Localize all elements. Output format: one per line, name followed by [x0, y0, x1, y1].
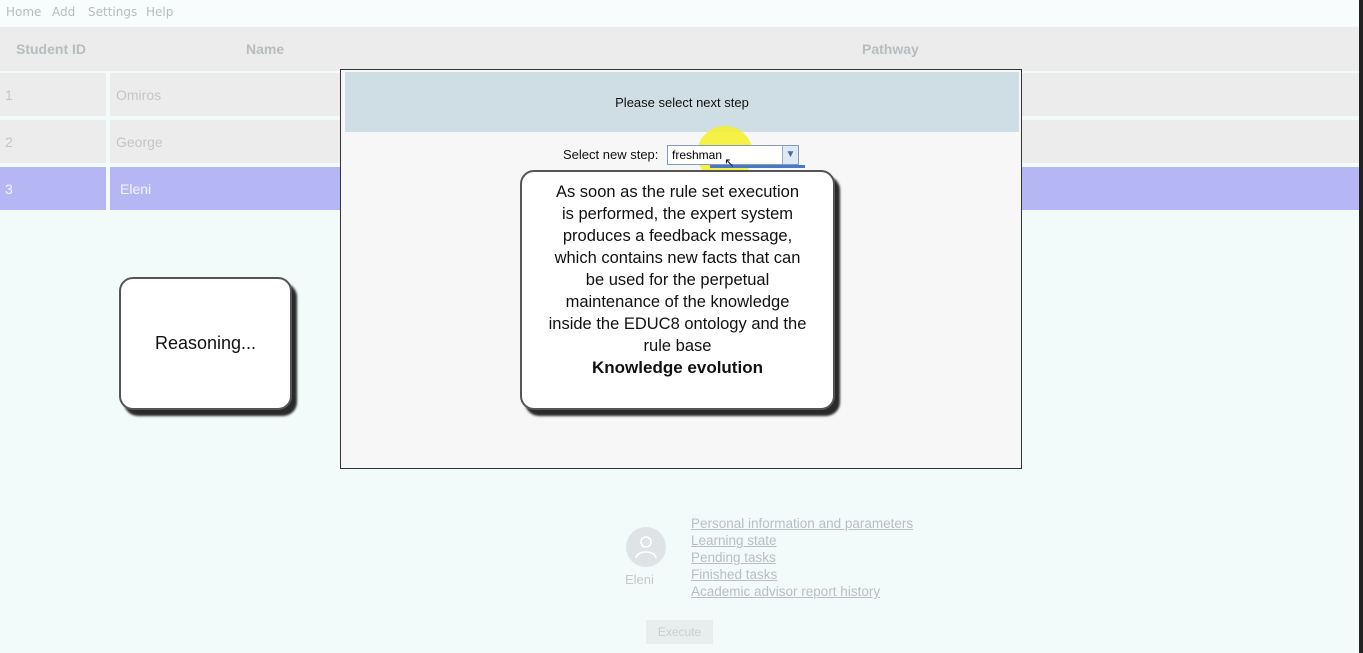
profile-name: Eleni: [625, 572, 654, 587]
column-header-student-id[interactable]: Student ID: [16, 41, 86, 57]
knowledge-line: which contains new facts that can: [554, 249, 801, 267]
cell-student-id: 1: [0, 73, 106, 116]
cell-student-id: 2: [0, 120, 106, 163]
menu-add[interactable]: Add: [52, 5, 75, 19]
table-header: Student ID Name Pathway: [0, 27, 1363, 71]
knowledge-title: Knowledge evolution: [592, 358, 763, 377]
student-name-text: George: [116, 134, 163, 150]
student-name-text: Eleni: [120, 181, 152, 197]
student-name-text: Omiros: [116, 87, 162, 103]
knowledge-text: As soon as the rule set execution is per…: [526, 181, 829, 379]
link-advisor-report-history[interactable]: Academic advisor report history: [691, 583, 913, 600]
knowledge-line: rule base: [643, 337, 712, 355]
dialog-title: Please select next step: [345, 72, 1019, 132]
avatar: [626, 527, 666, 567]
reasoning-callout: Reasoning...: [119, 277, 292, 410]
knowledge-line: produces a feedback message,: [562, 227, 793, 245]
execute-button[interactable]: Execute: [646, 620, 713, 644]
knowledge-evolution-callout: As soon as the rule set execution is per…: [520, 170, 835, 410]
student-id-text: 3: [5, 181, 13, 197]
link-finished-tasks[interactable]: Finished tasks: [691, 566, 913, 583]
window-edge: [1359, 0, 1363, 653]
knowledge-line: maintenance of the knowledge: [565, 293, 790, 311]
menu-bar: Home Add Settings Help: [0, 0, 1363, 26]
select-step-label: Select new step:: [563, 147, 659, 162]
user-icon: [635, 536, 657, 559]
link-learning-state[interactable]: Learning state: [691, 532, 913, 549]
knowledge-line: is performed, the expert system: [561, 205, 794, 223]
column-header-name[interactable]: Name: [246, 41, 284, 57]
knowledge-line: inside the EDUC8 ontology and the: [548, 315, 807, 333]
link-personal-information[interactable]: Personal information and parameters: [691, 515, 913, 532]
knowledge-line: be used for the perpetual: [585, 271, 770, 289]
chevron-down-icon[interactable]: ▼: [782, 146, 798, 164]
cell-student-id: 3: [0, 167, 106, 210]
student-id-text: 1: [5, 87, 13, 103]
student-id-text: 2: [5, 134, 13, 150]
menu-home[interactable]: Home: [6, 5, 41, 19]
mouse-cursor-icon: ↖: [724, 156, 735, 171]
profile-links: Personal information and parameters Lear…: [691, 515, 913, 600]
link-pending-tasks[interactable]: Pending tasks: [691, 549, 913, 566]
menu-settings[interactable]: Settings: [88, 5, 137, 19]
reasoning-text: Reasoning...: [154, 333, 257, 353]
column-header-pathway[interactable]: Pathway: [862, 41, 919, 57]
menu-help[interactable]: Help: [146, 5, 173, 19]
step-select-value: freshman: [672, 148, 723, 162]
knowledge-line: As soon as the rule set execution: [555, 183, 800, 201]
